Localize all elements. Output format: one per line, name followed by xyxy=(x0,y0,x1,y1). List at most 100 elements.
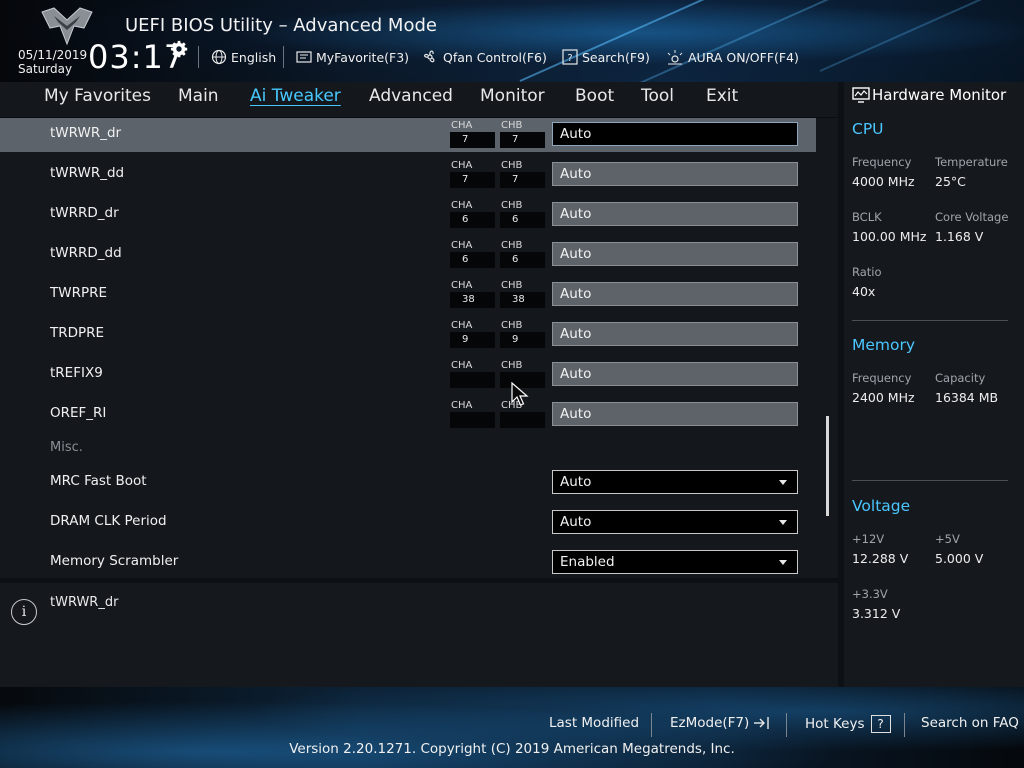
setting-label: tWRWR_dr xyxy=(50,125,122,141)
ezmode-button[interactable]: EzMode(F7) xyxy=(670,715,772,731)
memory-capacity-value: 16384 MB xyxy=(935,390,999,405)
setting-label: DRAM CLK Period xyxy=(50,513,167,529)
setting-row-dram-clk-period[interactable]: DRAM CLK Period Auto xyxy=(0,506,816,540)
cha-label: CHA xyxy=(451,360,473,371)
setting-row-twrwr-dd[interactable]: tWRWR_dd CHA CHB 7 7 Auto xyxy=(0,158,816,192)
mrc-fast-boot-select[interactable]: Auto xyxy=(552,470,798,494)
setting-value-input[interactable]: Auto xyxy=(552,322,798,346)
setting-label: OREF_RI xyxy=(50,405,107,421)
section-misc-label: Misc. xyxy=(50,440,83,455)
setting-label: TWRPRE xyxy=(50,285,108,301)
setting-label: TRDPRE xyxy=(50,325,105,341)
gear-icon[interactable] xyxy=(170,40,188,58)
help-panel: i tWRWR_dr xyxy=(0,583,838,687)
tuf-logo-icon xyxy=(41,7,93,46)
setting-row-twrrd-dr[interactable]: tWRRD_dr CHA CHB 6 6 Auto xyxy=(0,198,816,232)
chevron-down-icon xyxy=(779,560,787,565)
v33-label: +3.3V xyxy=(852,587,888,601)
last-modified-button[interactable]: Last Modified xyxy=(549,715,639,731)
question-icon: ? xyxy=(870,715,891,733)
ezmode-label: EzMode(F7) xyxy=(670,715,750,731)
tab-main[interactable]: Main xyxy=(178,86,219,106)
chb-label: CHB xyxy=(501,200,523,211)
footer-bar: Last Modified EzMode(F7) Hot Keys ? Sear… xyxy=(0,687,1024,768)
chb-value: 7 xyxy=(500,132,545,148)
tab-my-favorites[interactable]: My Favorites xyxy=(44,86,151,106)
settings-panel: tWRWR_dr CHA CHB 7 7 Auto tWRWR_dd CHA C… xyxy=(0,118,838,578)
search-label: Search(F9) xyxy=(582,49,650,65)
setting-value-input[interactable]: Auto xyxy=(552,122,798,146)
setting-row-trdpre[interactable]: TRDPRE CHA CHB 9 9 Auto xyxy=(0,318,816,352)
setting-value-input[interactable]: Auto xyxy=(552,202,798,226)
memory-heading: Memory xyxy=(852,336,916,354)
search-faq-button[interactable]: Search on FAQ xyxy=(921,715,1019,731)
chevron-down-icon xyxy=(779,520,787,525)
memory-frequency-label: Frequency xyxy=(852,371,912,385)
search-help-icon: ? xyxy=(562,49,578,65)
memory-capacity-label: Capacity xyxy=(935,371,986,385)
select-value: Enabled xyxy=(560,554,615,570)
section-divider xyxy=(852,320,1008,321)
myfavorite-button[interactable]: MyFavorite(F3) xyxy=(296,48,409,66)
toolbar-divider xyxy=(198,46,199,68)
setting-label: tWRRD_dr xyxy=(50,205,119,221)
cha-label: CHA xyxy=(451,240,473,251)
memory-scrambler-select[interactable]: Enabled xyxy=(552,550,798,574)
cpu-frequency-value: 4000 MHz xyxy=(852,174,915,189)
hot-keys-button[interactable]: Hot Keys ? xyxy=(805,715,891,733)
cpu-frequency-label: Frequency xyxy=(852,155,912,169)
setting-row-oref-ri[interactable]: OREF_RI CHA CHB Auto xyxy=(0,398,816,432)
date-text: 05/11/2019 xyxy=(18,48,88,62)
core-voltage-value: 1.168 V xyxy=(935,229,984,244)
settings-scrollbar[interactable] xyxy=(826,416,829,516)
tab-tool[interactable]: Tool xyxy=(641,86,674,106)
setting-row-twrwr-dr[interactable]: tWRWR_dr CHA CHB 7 7 Auto xyxy=(0,118,816,152)
qfan-label: Qfan Control(F6) xyxy=(443,49,547,65)
setting-row-twrrd-dd[interactable]: tWRRD_dd CHA CHB 6 6 Auto xyxy=(0,238,816,272)
cha-value: 7 xyxy=(450,132,495,148)
tab-monitor[interactable]: Monitor xyxy=(480,86,545,106)
setting-value-input[interactable]: Auto xyxy=(552,162,798,186)
cha-value xyxy=(450,412,495,428)
tab-boot[interactable]: Boot xyxy=(575,86,614,106)
setting-value-input[interactable]: Auto xyxy=(552,242,798,266)
footer-divider xyxy=(786,713,787,737)
exit-arrow-icon xyxy=(754,717,769,729)
v12-label: +12V xyxy=(852,532,885,546)
tab-ai-tweaker[interactable]: Ai Tweaker xyxy=(250,86,341,106)
chb-label: CHB xyxy=(501,320,523,331)
favorite-icon xyxy=(296,51,312,63)
ratio-value: 40x xyxy=(852,284,876,299)
aura-light-icon xyxy=(667,50,683,65)
setting-value-input[interactable]: Auto xyxy=(552,282,798,306)
setting-value-input[interactable]: Auto xyxy=(552,402,798,426)
language-button[interactable]: English xyxy=(211,48,276,66)
app-title: UEFI BIOS Utility – Advanced Mode xyxy=(125,15,437,36)
chb-value: 38 xyxy=(500,292,545,308)
hardware-monitor-panel: Hardware Monitor CPU Frequency Temperatu… xyxy=(844,82,1024,687)
aura-toggle-button[interactable]: AURA ON/OFF(F4) xyxy=(666,48,799,66)
tab-exit[interactable]: Exit xyxy=(706,86,738,106)
cha-value: 7 xyxy=(450,172,495,188)
cha-label: CHA xyxy=(451,320,473,331)
cpu-temperature-value: 25°C xyxy=(935,174,966,189)
setting-row-memory-scrambler[interactable]: Memory Scrambler Enabled xyxy=(0,546,816,578)
cha-label: CHA xyxy=(451,200,473,211)
search-button[interactable]: ? Search(F9) xyxy=(562,48,650,66)
tab-advanced[interactable]: Advanced xyxy=(369,86,453,106)
header-decoration xyxy=(819,0,1024,72)
setting-label: Memory Scrambler xyxy=(50,553,179,569)
qfan-control-button[interactable]: Qfan Control(F6) xyxy=(421,48,547,66)
setting-label: tWRRD_dd xyxy=(50,245,122,261)
cpu-temperature-label: Temperature xyxy=(935,155,1008,169)
header-bar: UEFI BIOS Utility – Advanced Mode 05/11/… xyxy=(0,0,1024,82)
cha-value: 6 xyxy=(450,212,495,228)
setting-label: tREFIX9 xyxy=(50,365,103,381)
setting-row-twrpre[interactable]: TWRPRE CHA CHB 38 38 Auto xyxy=(0,278,816,312)
cha-value: 38 xyxy=(450,292,495,308)
dram-clk-period-select[interactable]: Auto xyxy=(552,510,798,534)
setting-row-trefix9[interactable]: tREFIX9 CHA CHB Auto xyxy=(0,358,816,392)
setting-value-input[interactable]: Auto xyxy=(552,362,798,386)
setting-row-mrc-fast-boot[interactable]: MRC Fast Boot Auto xyxy=(0,466,816,500)
section-divider xyxy=(852,480,1008,481)
